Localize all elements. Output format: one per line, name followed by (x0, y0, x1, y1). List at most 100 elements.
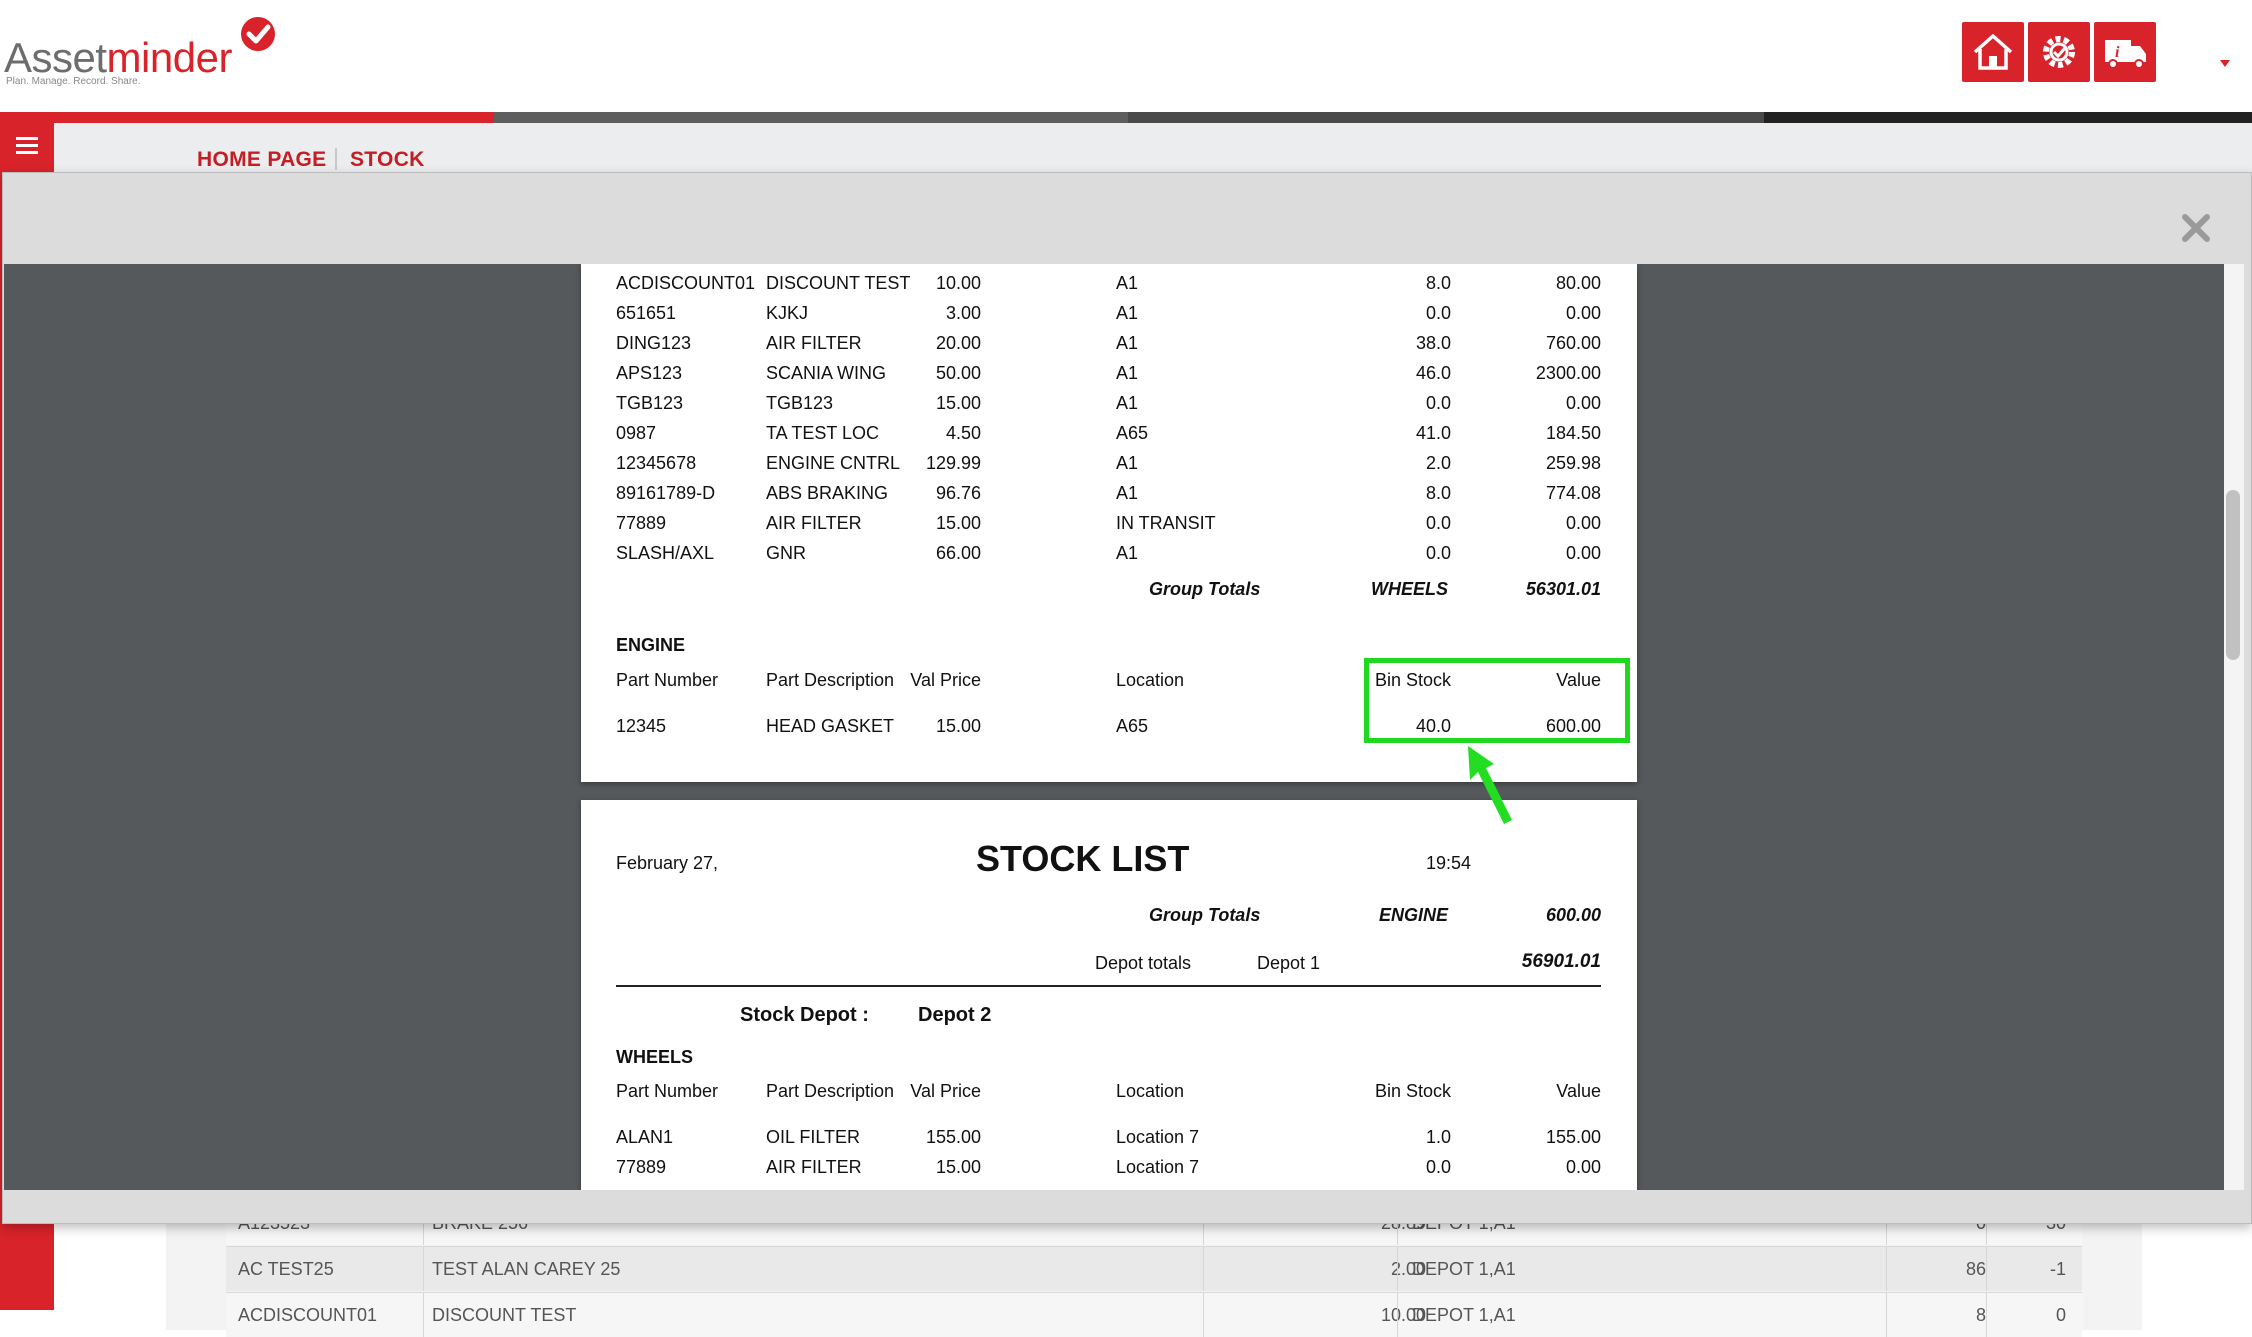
cell-minimum: -1 (2049, 1259, 2066, 1279)
row-location: A1 (1116, 333, 1139, 353)
hamburger-menu-icon[interactable] (16, 137, 38, 155)
annotation-arrow-icon (1468, 746, 1512, 824)
row-bin-stock: 0.0 (1425, 513, 1451, 533)
row-value: 184.50 (1545, 423, 1601, 443)
row-bin-stock: 8.0 (1425, 273, 1451, 293)
breadcrumb-home-link[interactable]: HOME PAGE (197, 148, 327, 172)
home-icon (1973, 34, 2013, 70)
viewer-scrollbar-thumb[interactable] (2226, 490, 2240, 660)
vehicle-info-button[interactable]: i (2094, 22, 2156, 82)
group-name-wheels: WHEELS (1371, 579, 1449, 599)
column-divider (423, 1247, 424, 1291)
header-progress-strip (0, 112, 2252, 123)
row-value: 0.00 (1565, 543, 1601, 563)
column-divider (1203, 1293, 1204, 1337)
row-part-number: APS123 (616, 363, 683, 383)
column-divider (423, 1293, 424, 1337)
home-button[interactable] (1962, 22, 2024, 82)
row-value: 774.08 (1545, 483, 1601, 503)
row-bin-stock: 0.0 (1425, 543, 1451, 563)
row-part-number: 12345678 (616, 453, 697, 473)
row-bin-stock: 46.0 (1415, 363, 1451, 383)
column-divider (1986, 1247, 1987, 1291)
row-location: A65 (1116, 423, 1149, 443)
checkmark-icon (241, 17, 275, 51)
column-divider (1886, 1247, 1887, 1291)
report-viewer[interactable]: ACDISCOUNT01 DISCOUNT TEST 10.00 A1 8.0 80.00… (4, 264, 2244, 1190)
group-totals-label: Group Totals (1149, 579, 1261, 599)
logo-tagline: Plan. Manage. Record. Share. (6, 76, 141, 87)
row-location: A1 (1116, 393, 1139, 413)
depot-divider (616, 985, 1601, 987)
row-location: A1 (1116, 273, 1139, 293)
column-divider (1397, 1293, 1398, 1337)
row-bin-stock: 0.0 (1425, 303, 1451, 323)
truck-info-icon: i (2105, 40, 2146, 69)
cell-minimum: 0 (2055, 1305, 2066, 1325)
cell-price: 2.00 (1390, 1259, 1426, 1279)
row-bin-stock: 8.0 (1425, 483, 1451, 503)
cell-quantity: 86 (1965, 1259, 1986, 1279)
row-val-price: 3.00 (945, 303, 981, 323)
row-part-number: 77889 (616, 513, 667, 533)
col-header-bin-stock-2: Bin Stock (1374, 1081, 1451, 1101)
col-header-location-2: Location (1116, 1081, 1185, 1101)
col-header-val-price-2: Val Price (910, 1081, 981, 1101)
cell-part-number: AC TEST25 (238, 1259, 334, 1279)
row-val-price: 10.00 (935, 273, 981, 293)
group-name-engine: ENGINE (1379, 905, 1449, 925)
row-value: 259.98 (1545, 453, 1601, 473)
wheels-heading: WHEELS (616, 1047, 694, 1067)
row-location: Location 7 (1116, 1157, 1200, 1177)
row-location: A1 (1116, 543, 1139, 563)
row-part-description: KJKJ (766, 303, 809, 323)
row-part-number: DING123 (616, 333, 692, 353)
stock-depot-label: Stock Depot : (740, 1004, 869, 1026)
settings-button[interactable] (2028, 22, 2090, 82)
row-part-number: TGB123 (616, 393, 684, 413)
row-val-price: 129.99 (925, 453, 981, 473)
row-bin-stock: 0.0 (1425, 393, 1451, 413)
cell-description: TEST ALAN CAREY 25 (432, 1259, 621, 1279)
col-header-value-2: Value (1556, 1081, 1601, 1101)
row-part-number: ALAN1 (616, 1127, 674, 1147)
row-value: 0.00 (1565, 513, 1601, 533)
breadcrumb-separator (335, 148, 337, 170)
row-location: A1 (1116, 363, 1139, 383)
row-location: Location 7 (1116, 1127, 1200, 1147)
row-part-description: TGB123 (766, 393, 834, 413)
row-part-number: 89161789-D (616, 483, 716, 503)
cell-part-number: ACDISCOUNT01 (238, 1305, 378, 1325)
row-val-price: 20.00 (935, 333, 981, 353)
group-totals-label-2: Group Totals (1149, 905, 1261, 925)
report-date: February 27, (616, 853, 719, 873)
group-total-wheels: 56301.01 (1525, 579, 1601, 599)
row-value: 0.00 (1565, 303, 1601, 323)
row-part-number: 77889 (616, 1157, 667, 1177)
cell-description: DISCOUNT TEST (432, 1305, 577, 1325)
report-title: STOCK LIST (976, 838, 1190, 879)
table-row[interactable]: ACDISCOUNT01 DISCOUNT TEST 10.00 DEPOT 1,A1… (226, 1292, 2082, 1337)
close-icon[interactable] (2180, 212, 2212, 244)
row-val-price: 4.50 (945, 423, 981, 443)
table-row[interactable]: AC TEST25 TEST ALAN CAREY 25 2.00 DEPOT 1,A… (226, 1246, 2082, 1291)
cell-quantity: 8 (1975, 1305, 1986, 1325)
engine-row-price: 15.00 (935, 716, 981, 736)
breadcrumb-current[interactable]: STOCK (350, 148, 425, 172)
row-location: A1 (1116, 453, 1139, 473)
row-value: 0.00 (1565, 393, 1601, 413)
group-total-engine: 600.00 (1545, 905, 1601, 925)
cell-location: DEPOT 1,A1 (1412, 1259, 1516, 1279)
cell-location: DEPOT 1,A1 (1412, 1305, 1516, 1325)
report-time: 19:54 (1426, 853, 1472, 873)
col-header-part-number-2: Part Number (616, 1081, 719, 1101)
user-menu-chevron-down-icon[interactable] (2220, 60, 2230, 67)
row-val-price: 155.00 (925, 1127, 981, 1147)
assetminder-logo[interactable]: Assetminder Plan. Manage. Record. Share. (4, 14, 294, 87)
row-part-number: SLASH/AXL (616, 543, 715, 563)
app-header: Assetminder Plan. Manage. Record. Share.… (0, 0, 2252, 112)
row-value: 80.00 (1555, 273, 1601, 293)
gear-icon (2043, 36, 2075, 68)
viewer-scrollbar[interactable] (2224, 264, 2244, 1190)
row-part-number: ACDISCOUNT01 (616, 273, 756, 293)
